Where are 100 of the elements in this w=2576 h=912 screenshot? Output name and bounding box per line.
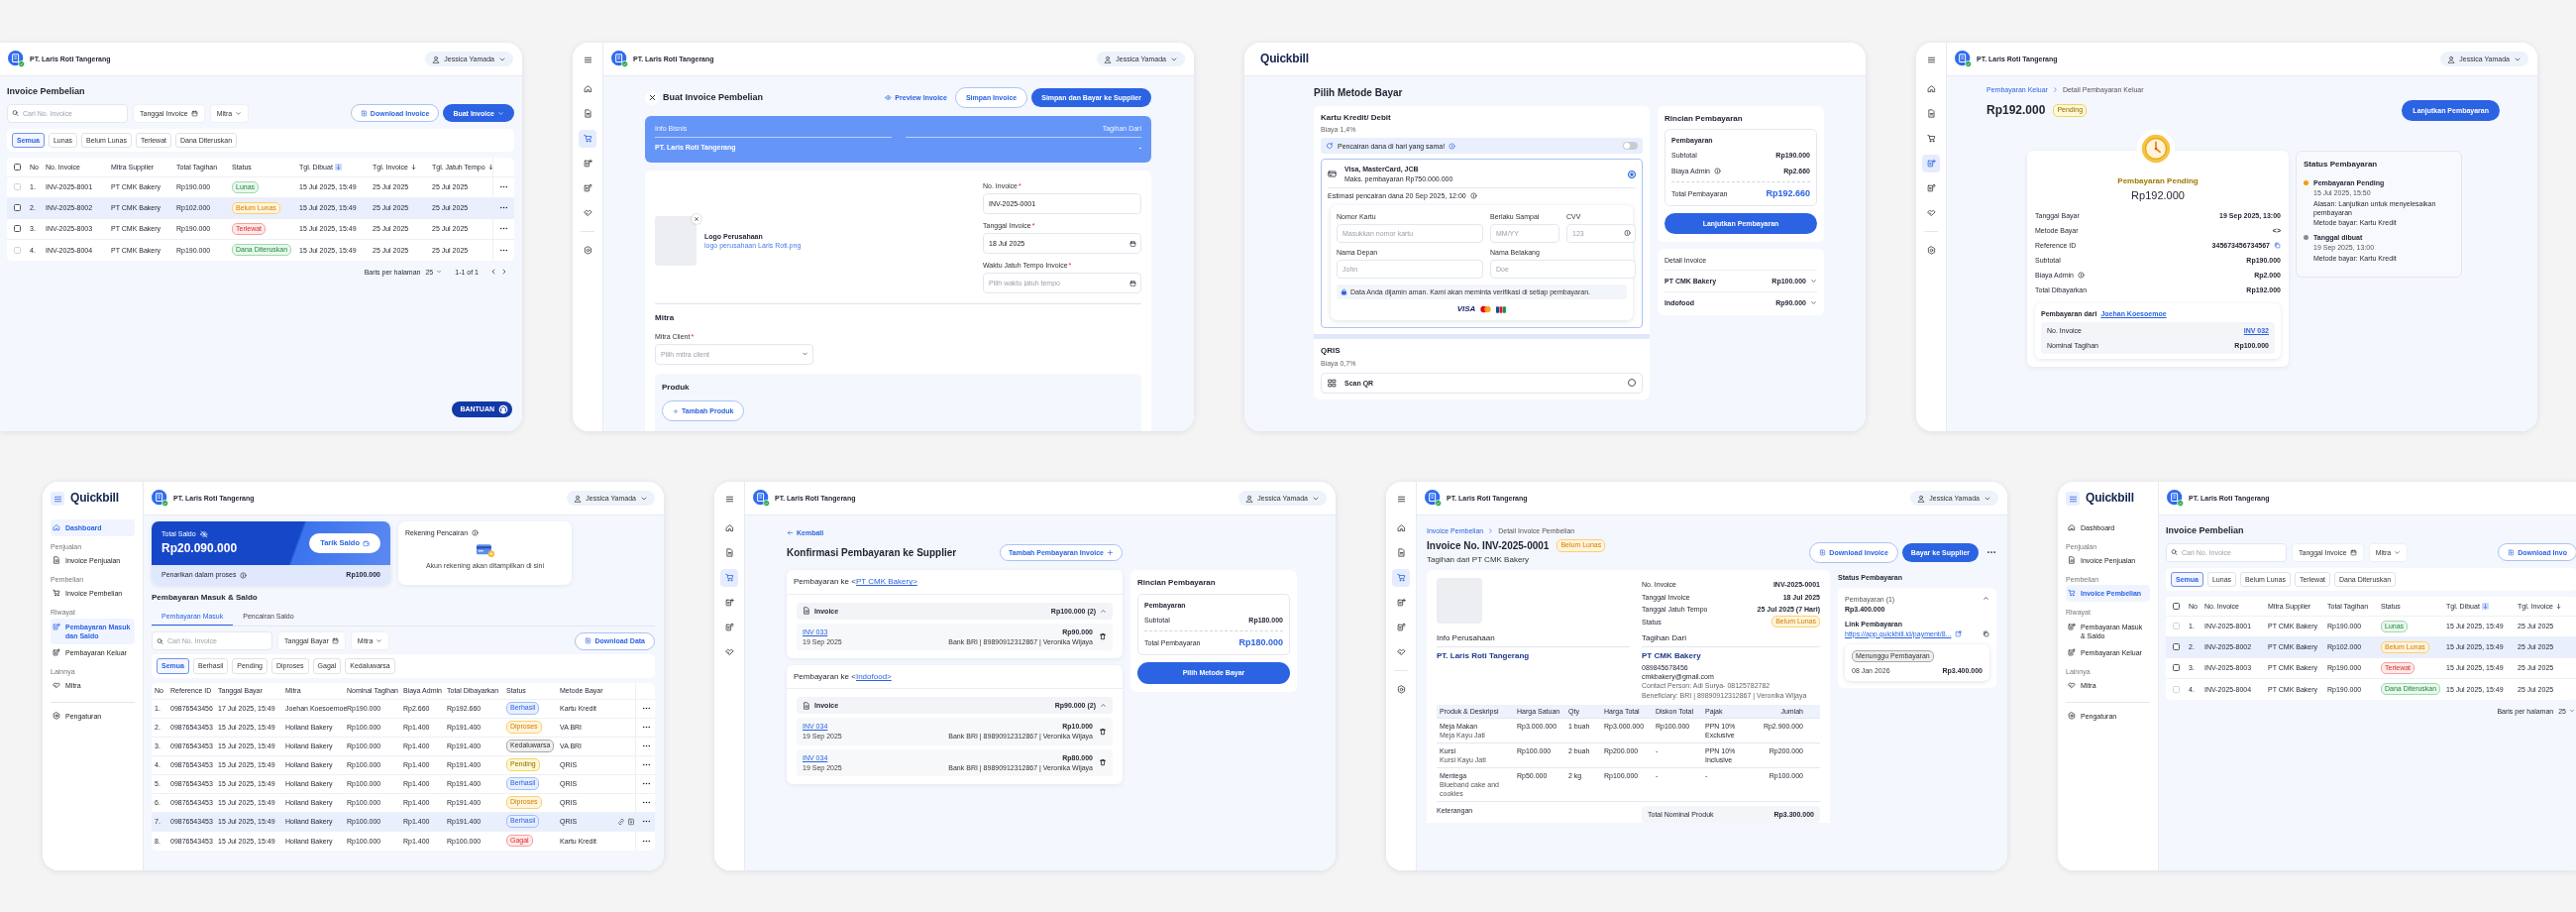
sort-arrow-icon[interactable]: [409, 163, 417, 171]
balance-amount: Rp20.090.000: [161, 541, 238, 557]
chevron-down-icon: [376, 637, 383, 645]
company-avatar-icon: [2167, 490, 2184, 507]
menu-button[interactable]: [2066, 492, 2080, 506]
external-link-icon[interactable]: [1955, 629, 1963, 637]
user-icon: [574, 494, 583, 503]
info-icon: [239, 571, 247, 579]
sort-arrow-icon[interactable]: [334, 163, 342, 171]
nav-button[interactable]: [579, 129, 596, 148]
checkbox[interactable]: [14, 163, 21, 171]
document-icon: [583, 109, 592, 118]
supplier-link[interactable]: Indofood>: [855, 671, 892, 681]
total-value: Rp192.660: [1766, 187, 1810, 200]
method-name: Kartu Kredit/ Debit: [1321, 113, 1392, 124]
eye-icon: [885, 94, 893, 102]
info-icon: [1624, 229, 1631, 237]
company-avatar-icon: [1425, 490, 1442, 507]
menu-icon[interactable]: [1926, 55, 1936, 64]
menu-button[interactable]: [51, 492, 64, 506]
remove-logo-button[interactable]: [692, 214, 701, 225]
document-icon: [1926, 109, 1936, 118]
settings-icon: [583, 246, 592, 255]
checkbox[interactable]: [2173, 664, 2180, 672]
supplier-link[interactable]: PT CMK Bakery>: [855, 577, 917, 587]
trash-icon: [1099, 758, 1107, 767]
method-name: QRIS: [1321, 346, 1342, 357]
menu-icon[interactable]: [583, 55, 592, 64]
card-title: Rincian Pembayaran: [1664, 114, 1744, 125]
delete-button[interactable]: [1099, 632, 1107, 641]
settings-icon: [1926, 246, 1936, 255]
checkbox[interactable]: [14, 225, 21, 233]
page-title: Invoice Pembelian: [2166, 525, 2245, 537]
cart-icon: [53, 589, 60, 598]
chevron-down-icon: [802, 350, 808, 358]
checkbox[interactable]: [2173, 643, 2180, 651]
delete-button[interactable]: [1099, 758, 1107, 767]
credit-card-icon: [1328, 170, 1337, 179]
search-icon: [12, 109, 19, 117]
company-avatar-icon: [152, 490, 168, 507]
user-icon: [1104, 55, 1113, 63]
card-brand-icon: [1479, 305, 1493, 314]
handshake-icon: [1926, 208, 1936, 217]
chevron-left-icon[interactable]: [489, 268, 497, 277]
home-icon: [724, 523, 734, 532]
nav-button[interactable]: [1922, 154, 1940, 172]
document-plus-icon: [583, 159, 592, 168]
chevron-right-icon[interactable]: [500, 268, 508, 277]
section-title: Pembayaran Masuk & Saldo: [152, 593, 259, 604]
document-upload-icon: [1396, 623, 1406, 631]
handshake-icon: [583, 208, 592, 217]
download-icon[interactable]: [627, 817, 635, 826]
search-icon: [2171, 548, 2178, 556]
sort-arrow-icon[interactable]: [2481, 602, 2489, 610]
link-icon[interactable]: [617, 817, 625, 826]
nav-button[interactable]: [1392, 568, 1410, 587]
collapse-button[interactable]: [1983, 594, 1989, 602]
close-button[interactable]: [645, 90, 659, 105]
sort-arrow-icon[interactable]: [2554, 602, 2562, 610]
download-icon: [1819, 548, 1827, 556]
document-icon: [803, 701, 810, 710]
user-icon: [2447, 55, 2456, 63]
menu-icon[interactable]: [724, 494, 734, 504]
handshake-icon: [1396, 647, 1406, 656]
group-title: Pembayaran ke <PT CMK Bakery>: [787, 570, 1123, 595]
checkbox[interactable]: [2173, 602, 2180, 610]
card-title: Rincian Pembayaran: [1137, 578, 1217, 589]
payment-option[interactable]: [1321, 159, 1643, 329]
document-plus-icon: [1396, 598, 1406, 607]
card-brand-icon: [1496, 305, 1507, 313]
document-upload-icon: [1926, 183, 1936, 192]
radio-button[interactable]: [1628, 170, 1636, 178]
chevron-right-icon: [1487, 527, 1495, 535]
toggle-switch[interactable]: [1623, 142, 1638, 151]
delete-button[interactable]: [1099, 727, 1107, 736]
chevron-right-icon: [2051, 86, 2059, 94]
handshake-icon: [2068, 680, 2076, 689]
calendar-icon: [331, 637, 339, 645]
menu-icon[interactable]: [1396, 494, 1406, 504]
radio-button[interactable]: [1628, 379, 1636, 388]
page-title: Invoice Pembelian: [7, 86, 86, 98]
chevron-down-icon: [2569, 708, 2575, 715]
document-icon: [803, 607, 810, 616]
sort-arrow-icon[interactable]: [486, 163, 494, 171]
close-icon: [694, 216, 699, 223]
arrow-left-icon: [787, 529, 794, 537]
document-icon: [724, 548, 734, 557]
headset-icon: [498, 404, 508, 414]
bank-card-drawing: [474, 542, 496, 559]
page-title: Invoice No. INV-2025-0001: [1427, 539, 1550, 553]
document-icon: [1396, 548, 1406, 557]
party-heading: Info Perusahaan: [1437, 633, 1630, 647]
checkbox[interactable]: [14, 204, 21, 212]
nav-button[interactable]: [720, 568, 738, 587]
lock-icon: [1341, 288, 1347, 295]
page-subtitle: Tagihan dari PT CMK Bakery: [1427, 555, 1530, 566]
party-heading: Tagihan Dari: [1642, 633, 1820, 647]
payment-status-title: Pembayaran Pending: [2116, 176, 2200, 187]
chevron-down-icon: [1810, 277, 1817, 285]
document-plus-icon: [53, 622, 60, 630]
